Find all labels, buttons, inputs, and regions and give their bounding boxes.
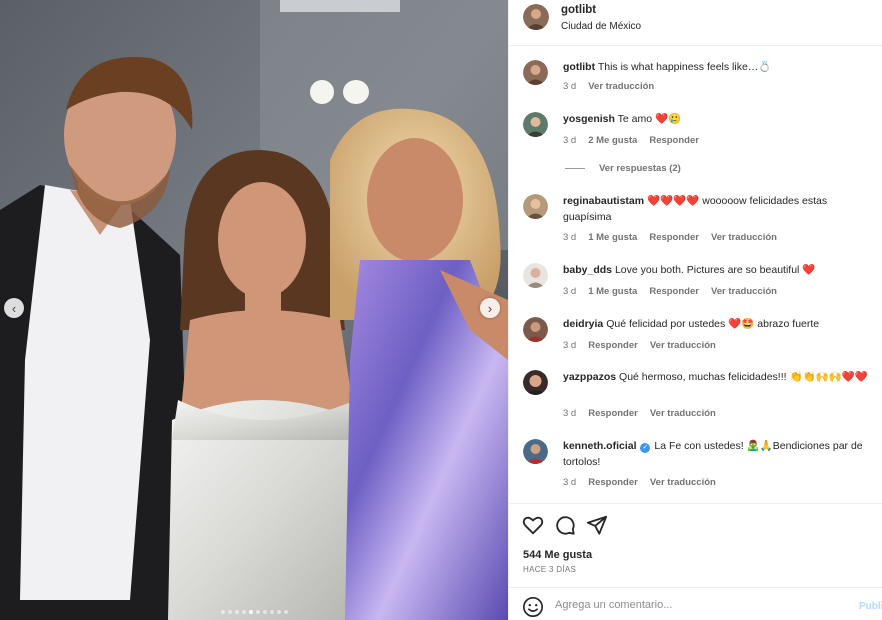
comment-text: gotlibt This is what happiness feels lik… [563, 60, 873, 76]
carousel-dot [241, 610, 246, 614]
avatar[interactable] [523, 439, 548, 464]
chevron-right-icon[interactable]: › [480, 298, 500, 318]
comment-body: Love you both. Pictures are so beautiful… [614, 264, 816, 276]
translate-link[interactable]: Ver traducción [588, 81, 654, 92]
comment-meta: 3 d 1 Me gusta Responder Ver traducción [563, 232, 789, 243]
likes-count[interactable]: 2 Me gusta [588, 135, 637, 146]
comment-text: kenneth.oficial ✓ La Fe con ustedes! 🧟‍♂… [563, 439, 873, 470]
avatar[interactable] [523, 60, 548, 85]
view-replies-label[interactable]: Ver respuestas (2) [599, 163, 681, 174]
header-username[interactable]: gotlibt [561, 4, 596, 16]
comment-username[interactable]: deidryia [563, 318, 603, 330]
comment-time: 3 d [563, 340, 577, 351]
avatar[interactable] [523, 4, 549, 30]
comment-icon[interactable] [554, 514, 576, 536]
carousel-dots [0, 610, 508, 614]
avatar[interactable] [523, 370, 548, 395]
post-header: gotlibt Ciudad de México [509, 0, 882, 46]
carousel-dot [248, 610, 253, 614]
publish-button[interactable]: Publi [859, 601, 882, 612]
translate-link[interactable]: Ver traducción [650, 477, 716, 488]
carousel-dot [276, 610, 281, 614]
likes-count[interactable]: 1 Me gusta [588, 286, 637, 297]
comment-body: Te amo ❤️🥲 [617, 113, 682, 125]
post-date[interactable]: HACE 3 DÍAS [523, 565, 576, 574]
comment-time: 3 d [563, 477, 577, 488]
carousel-dot [262, 610, 267, 614]
comment-username[interactable]: baby_dds [563, 264, 612, 276]
likes-count[interactable]: 1 Me gusta [588, 232, 637, 243]
comment-body: Qué felicidad por ustedes ❤️🤩 abrazo fue… [606, 318, 820, 330]
avatar[interactable] [523, 263, 548, 288]
comment-username[interactable]: yazppazos [563, 371, 616, 383]
reply-button[interactable]: Responder [588, 408, 638, 419]
comment-username[interactable]: yosgenish [563, 113, 615, 125]
comment-time: 3 d [563, 232, 577, 243]
comment-meta: 3 d Responder Ver traducción [563, 340, 728, 351]
reply-button[interactable]: Responder [649, 135, 699, 146]
likes-total[interactable]: 544 Me gusta [523, 549, 592, 561]
comment-body: Qué hermoso, muchas felicidades!!! 👏👏🙌🙌❤… [619, 371, 868, 383]
verified-badge-icon: ✓ [640, 443, 651, 453]
comment-time: 3 d [563, 81, 577, 92]
comment-username[interactable]: kenneth.oficial [563, 440, 637, 452]
carousel-dot [283, 610, 288, 614]
divider [509, 587, 882, 588]
header-location[interactable]: Ciudad de México [561, 21, 641, 32]
carousel-dot [220, 610, 225, 614]
reply-button[interactable]: Responder [588, 477, 638, 488]
avatar[interactable] [523, 112, 548, 137]
view-replies-button[interactable]: Ver respuestas (2) [565, 163, 681, 174]
share-icon[interactable] [586, 514, 608, 536]
avatar[interactable] [523, 194, 548, 219]
comment-meta: 3 d Ver traducción [563, 81, 666, 92]
comment-text: yosgenish Te amo ❤️🥲 [563, 112, 873, 128]
replies-line [565, 168, 585, 169]
post-view: ‹ › gotlibt Ciudad de México gotlibt Thi… [0, 0, 882, 620]
comment-meta: 3 d 2 Me gusta Responder [563, 135, 711, 146]
carousel-dot [269, 610, 274, 614]
comment-text: deidryia Qué felicidad por ustedes ❤️🤩 a… [563, 317, 873, 333]
chevron-left-icon[interactable]: ‹ [4, 298, 24, 318]
comment-text: baby_dds Love you both. Pictures are so … [563, 263, 873, 279]
avatar[interactable] [523, 317, 548, 342]
comment-username[interactable]: reginabautistam [563, 195, 644, 207]
translate-link[interactable]: Ver traducción [711, 232, 777, 243]
reply-button[interactable]: Responder [588, 340, 638, 351]
comment-meta: 3 d Responder Ver traducción [563, 477, 728, 488]
comments-panel: gotlibt Ciudad de México gotlibt This is… [508, 0, 882, 620]
post-photo[interactable]: ‹ › [0, 0, 508, 620]
translate-link[interactable]: Ver traducción [650, 408, 716, 419]
comment-time: 3 d [563, 408, 577, 419]
photo-scene [0, 0, 508, 620]
comment-body: This is what happiness feels like…💍 [597, 61, 772, 73]
carousel-dot [255, 610, 260, 614]
reply-button[interactable]: Responder [649, 286, 699, 297]
translate-link[interactable]: Ver traducción [650, 340, 716, 351]
smiley-icon[interactable] [522, 596, 544, 618]
reply-button[interactable]: Responder [649, 232, 699, 243]
divider [509, 503, 882, 504]
carousel-dot [234, 610, 239, 614]
translate-link[interactable]: Ver traducción [711, 286, 777, 297]
comment-time: 3 d [563, 135, 577, 146]
comment-meta: 3 d 1 Me gusta Responder Ver traducción [563, 286, 789, 297]
comment-text: reginabautistam ❤️❤️❤️❤️ wooooow felicid… [563, 194, 873, 225]
comment-time: 3 d [563, 286, 577, 297]
comment-username[interactable]: gotlibt [563, 61, 595, 73]
carousel-dot [227, 610, 232, 614]
comment-input[interactable] [555, 599, 845, 611]
comment-meta: 3 d Responder Ver traducción [563, 408, 728, 419]
comment-text: yazppazos Qué hermoso, muchas felicidade… [563, 370, 873, 386]
heart-icon[interactable] [522, 514, 544, 536]
